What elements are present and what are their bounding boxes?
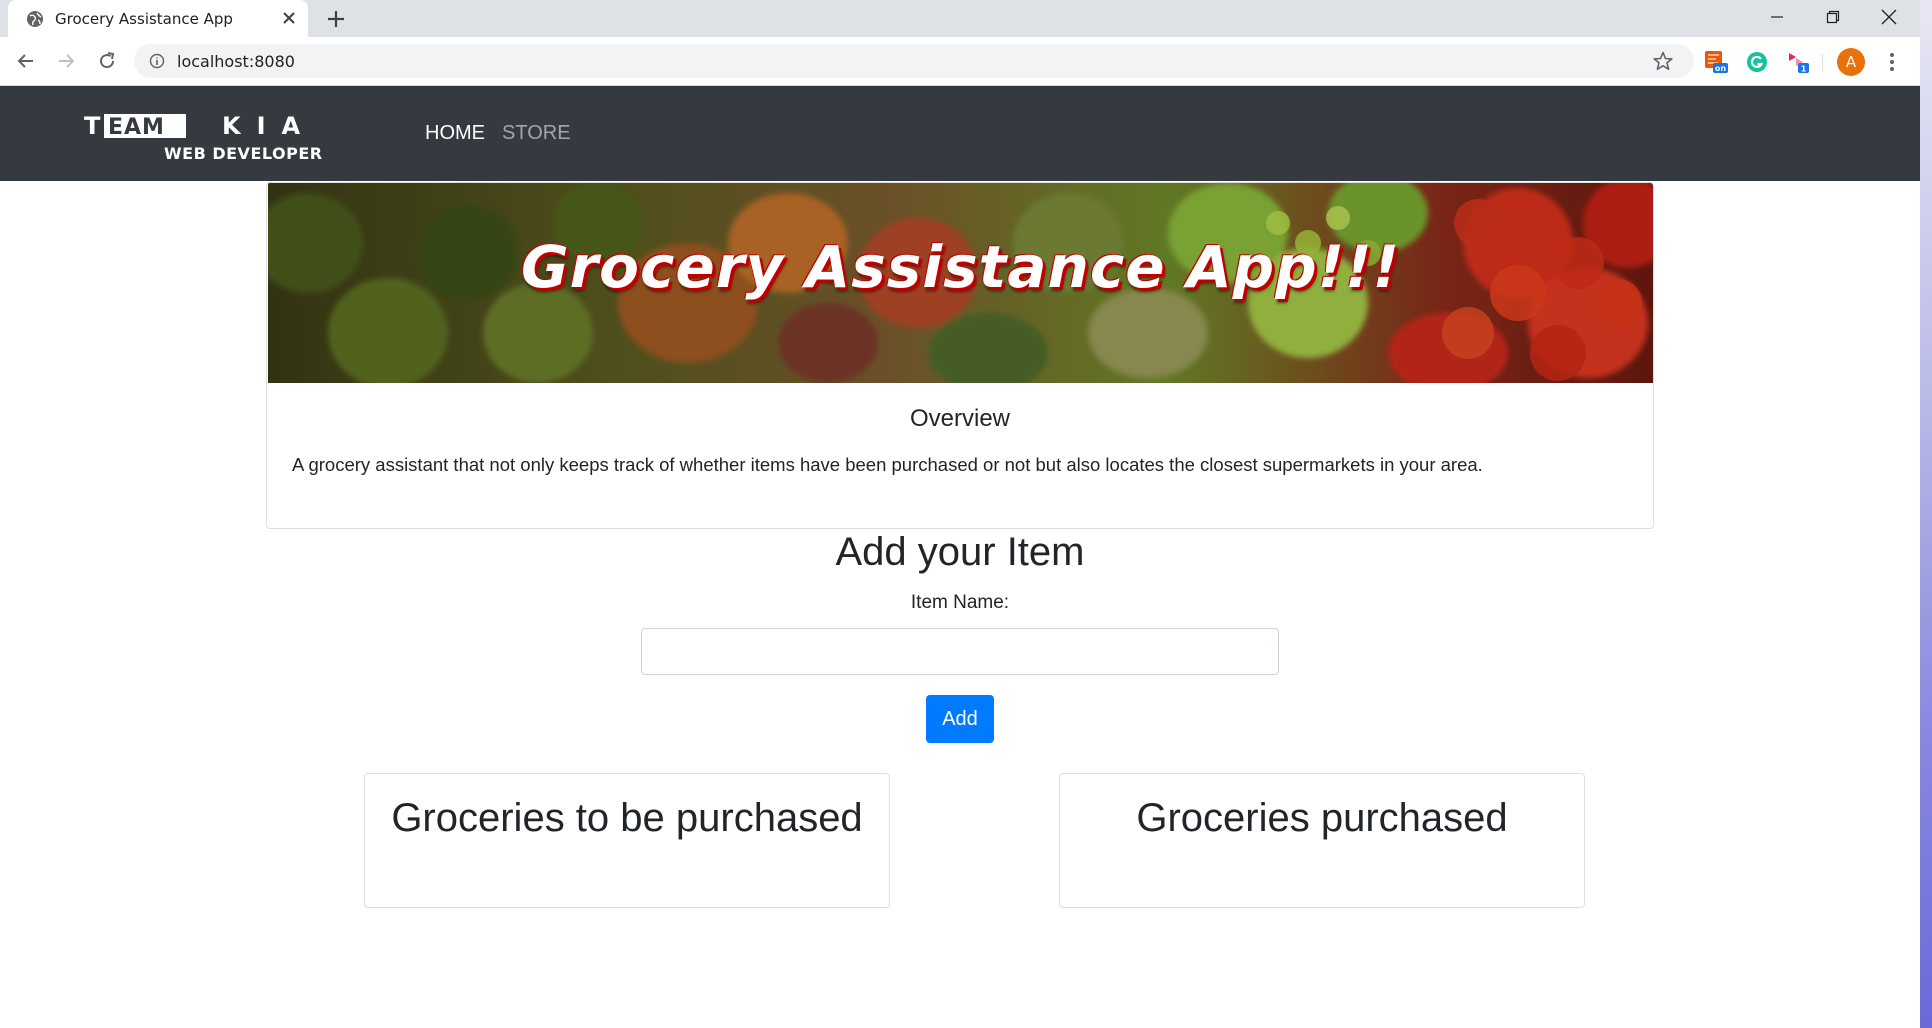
toolbar-separator (1822, 54, 1823, 72)
plus-icon[interactable] (322, 6, 350, 32)
forward-button[interactable] (50, 45, 82, 77)
nav-link-home[interactable]: HOME (425, 122, 485, 145)
produce-banner-image: Grocery Assistance App!!! (268, 183, 1653, 383)
purchased-card: Groceries purchased (1059, 773, 1585, 908)
reload-button[interactable] (91, 45, 123, 77)
back-icon (17, 54, 33, 68)
restore-icon (1826, 10, 1840, 24)
grammarly-icon[interactable] (1745, 50, 1769, 74)
close-icon (1881, 9, 1897, 25)
svg-text:on: on (1715, 64, 1726, 73)
purchased-title: Groceries purchased (1136, 796, 1508, 840)
svg-text:1: 1 (1801, 65, 1807, 74)
restore-button[interactable] (1805, 0, 1861, 34)
browser-toolbar: localhost:8080 on 1 A (0, 37, 1920, 86)
item-name-label: Item Name: (910, 592, 1010, 613)
star-icon[interactable] (1652, 50, 1674, 72)
add-item-heading: Add your Item (835, 530, 1085, 574)
back-button[interactable] (10, 45, 42, 77)
forward-icon (59, 54, 75, 68)
reload-icon (100, 52, 115, 69)
browser-tab[interactable]: Grocery Assistance App (8, 0, 308, 37)
minimize-button[interactable] (1749, 0, 1805, 34)
page-viewport: T EAM KIA WEB DEVELOPER HOME STORE Groce… (0, 86, 1920, 1028)
to-purchase-card: Groceries to be purchased (364, 773, 890, 908)
close-icon[interactable] (280, 9, 298, 27)
url-text: localhost:8080 (177, 52, 295, 71)
desktop-edge (1920, 0, 1932, 1028)
overview-text: A grocery assistant that not only keeps … (292, 454, 1483, 475)
extension-badge-icon[interactable]: 1 (1786, 50, 1810, 74)
info-icon[interactable] (149, 53, 165, 69)
nav-link-store[interactable]: STORE (502, 122, 571, 145)
profile-avatar[interactable]: A (1837, 48, 1865, 76)
to-purchase-title: Groceries to be purchased (391, 796, 863, 840)
svg-text:WEB DEVELOPER: WEB DEVELOPER (164, 144, 323, 163)
browser-window: Grocery Assistance App localhost:8080 on… (0, 0, 1920, 1028)
banner-title: Grocery Assistance App!!! (520, 233, 1401, 301)
tab-strip: Grocery Assistance App (0, 0, 1920, 37)
site-navbar: T EAM KIA WEB DEVELOPER HOME STORE (0, 86, 1920, 181)
svg-text:T: T (84, 112, 102, 140)
kebab-menu-icon[interactable] (1878, 48, 1906, 76)
minimize-icon (1771, 16, 1783, 18)
extension-on-icon[interactable]: on (1704, 50, 1728, 74)
overview-heading: Overview (909, 405, 1011, 432)
tab-title: Grocery Assistance App (55, 10, 233, 28)
address-bar[interactable]: localhost:8080 (134, 44, 1694, 78)
svg-text:KIA: KIA (222, 112, 316, 140)
svg-text:EAM: EAM (108, 115, 165, 140)
window-close-button[interactable] (1861, 0, 1917, 34)
item-name-input[interactable] (641, 628, 1279, 675)
overview-card: Grocery Assistance App!!! Overview A gro… (266, 182, 1654, 529)
team-kia-logo[interactable]: T EAM KIA WEB DEVELOPER (84, 112, 334, 164)
globe-icon (27, 11, 43, 27)
add-button[interactable]: Add (926, 695, 994, 743)
